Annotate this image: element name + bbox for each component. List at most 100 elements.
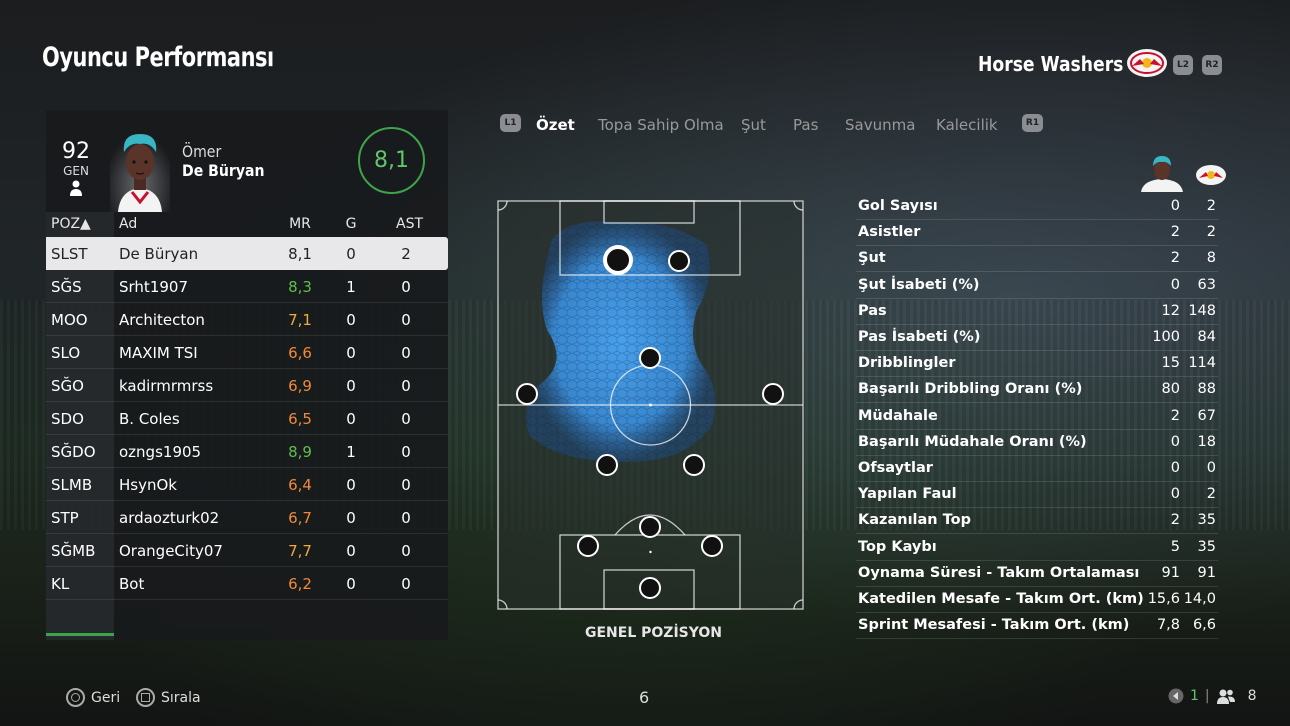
stat-team-value: 148 [1188,302,1216,319]
row-position: SĞS [51,278,82,296]
table-row[interactable]: SLMB HsynOk 6,4 0 0 [46,468,448,501]
stat-team-value: 2 [1206,198,1216,214]
tab-possession[interactable]: Topa Sahip Olma [598,116,724,134]
stat-team-value: 91 [1197,564,1216,581]
row-assists: 0 [401,575,411,593]
overall-value: 92 [62,139,90,164]
stat-player-value: 0 [1170,460,1180,476]
stat-player-value: 2 [1170,512,1180,529]
player-marker [668,250,690,272]
row-match-rating: 7,1 [288,311,312,329]
row-player-name: De Büryan [119,245,199,263]
r2-button[interactable]: R2 [1202,55,1222,75]
row-position: STP [51,509,79,527]
stat-label: Kazanılan Top [858,512,971,529]
stat-label: Ofsaytlar [858,460,933,476]
sort-label: Sırala [161,689,201,706]
stat-team-value: 14,0 [1183,591,1216,607]
stat-team-value: 114 [1188,355,1216,372]
stat-player-value: 2 [1170,224,1180,241]
table-row[interactable]: KL Bot 6,2 0 0 [46,567,448,600]
row-goals: 0 [346,410,356,428]
player-marker [762,383,784,405]
pitch-label: GENEL POZİSYON [585,625,722,641]
stat-row: Şut İsabeti (%) 0 63 [856,273,1218,299]
row-match-rating: 6,2 [288,575,312,593]
scroll-indicator [46,633,114,636]
table-row[interactable]: SLST De Büryan 8,1 0 2 [46,237,448,270]
stat-label: Başarılı Dribbling Oranı (%) [858,381,1083,398]
table-row[interactable]: SLO MAXIM TSI 6,6 0 0 [46,336,448,369]
club-badge-icon [1127,49,1167,77]
l2-button[interactable]: L2 [1173,55,1193,75]
row-assists: 0 [401,344,411,362]
stat-row: Başarılı Dribbling Oranı (%) 80 88 [856,377,1218,404]
stat-player-value: 91 [1161,564,1180,581]
stat-label: Yapılan Faul [858,486,957,503]
stat-row: Başarılı Müdahale Oranı (%) 0 18 [856,430,1218,456]
stat-label: Asistler [858,224,921,241]
back-control[interactable]: Geri [66,688,120,707]
stat-team-value: 63 [1197,276,1216,293]
table-row[interactable]: SDO B. Coles 6,5 0 0 [46,402,448,435]
stat-player-value: 100 [1152,329,1180,345]
stat-player-value: 12 [1161,302,1180,319]
player-marker [596,454,618,476]
table-row[interactable]: SĞMB OrangeCity07 7,7 0 0 [46,534,448,567]
stat-team-value: 67 [1197,407,1216,424]
player-marker [701,535,723,557]
table-row[interactable]: SĞO kadirmrmrss 6,9 0 0 [46,369,448,402]
header-name[interactable]: Ad [119,216,137,232]
stat-player-value: 15,6 [1147,591,1180,607]
stat-player-value: 5 [1170,538,1180,555]
page-number: 6 [639,688,650,707]
row-assists: 0 [401,410,411,428]
tab-summary[interactable]: Özet [536,116,575,134]
l1-button[interactable]: L1 [500,114,521,132]
table-row[interactable]: MOO Architecton 7,1 0 0 [46,303,448,336]
row-goals: 1 [346,443,356,461]
stat-row: Ofsaytlar 0 0 [856,456,1218,482]
header-mr[interactable]: MR [288,216,312,232]
position-heatmap-pitch [497,200,804,610]
row-assists: 2 [401,245,411,263]
players-count: 8 [1247,688,1257,704]
online-status: 1 | 8 [1168,688,1257,704]
stat-player-value: 2 [1170,407,1180,424]
sort-control[interactable]: Sırala [136,688,201,707]
tab-defending[interactable]: Savunma [845,116,915,134]
stat-row: Sprint Mesafesi - Takım Ort. (km) 7,8 6,6 [856,613,1218,640]
stat-row: Pas 12 148 [856,299,1218,325]
row-goals: 0 [346,575,356,593]
stat-row: Kazanılan Top 2 35 [856,508,1218,535]
row-player-name: ardaozturk02 [119,509,220,527]
header-goals[interactable]: G [342,216,360,232]
player-last-name: De Büryan [182,161,265,180]
stat-label: Top Kaybı [858,538,937,555]
player-marker [516,383,538,405]
tab-passing[interactable]: Pas [793,116,818,134]
player-marker [639,516,661,538]
stat-team-value: 35 [1197,538,1216,555]
table-header: POZ▲ Ad MR G AST [46,212,448,236]
table-row[interactable]: SĞS Srht1907 8,3 1 0 [46,270,448,303]
stat-label: Pas [858,302,887,319]
page-title: Oyuncu Performansı [42,42,274,73]
table-row[interactable]: SĞDO ozngs1905 8,9 1 0 [46,435,448,468]
header-assists[interactable]: AST [396,216,423,232]
tab-shooting[interactable]: Şut [741,116,766,134]
table-row[interactable]: STP ardaozturk02 6,7 0 0 [46,501,448,534]
stat-team-value: 0 [1206,460,1216,476]
row-match-rating: 6,4 [288,476,312,494]
row-match-rating: 6,5 [288,410,312,428]
header-pos[interactable]: POZ▲ [51,216,91,232]
overall-label: GEN [63,164,89,178]
player-list-panel: 92 GEN Ömer De Büryan 8,1 POZ▲ Ad MR G A… [46,110,448,640]
stat-team-value: 6,6 [1192,617,1216,634]
r1-button[interactable]: R1 [1022,114,1043,132]
tab-goalkeeping[interactable]: Kalecilik [936,116,998,134]
row-assists: 0 [401,509,411,527]
stat-team-value: 2 [1206,224,1216,241]
person-icon [70,180,82,196]
row-player-name: Srht1907 [119,278,188,296]
